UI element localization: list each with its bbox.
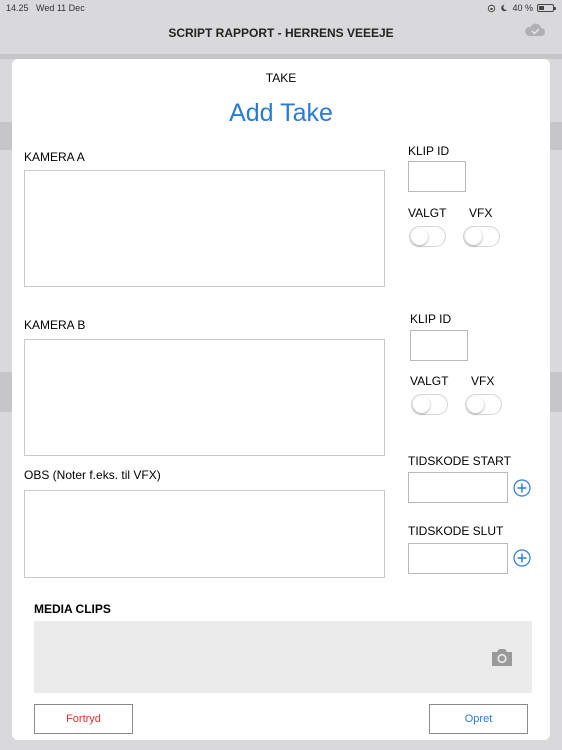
media-clips-area[interactable]	[34, 621, 532, 693]
camera-a-valgt-label: VALGT	[408, 206, 447, 220]
camera-b-label: KAMERA B	[24, 318, 86, 332]
camera-a-clip-id-label: KLIP ID	[408, 144, 450, 158]
cancel-button[interactable]: Fortryd	[34, 704, 133, 734]
create-button[interactable]: Opret	[429, 704, 528, 734]
timecode-start-input[interactable]	[408, 472, 508, 503]
sheet-caption: TAKE	[265, 71, 297, 85]
obs-textarea[interactable]	[24, 490, 385, 578]
status-date: Wed 11 Dec	[36, 3, 85, 13]
camera-b-clip-id-input[interactable]	[410, 330, 468, 361]
battery-icon	[537, 4, 556, 12]
camera-a-clip-id-input[interactable]	[408, 161, 466, 192]
sheet-title: Add Take	[229, 99, 333, 127]
camera-b-textarea[interactable]	[24, 339, 385, 456]
camera-a-vfx-toggle[interactable]	[463, 226, 500, 247]
battery-percent: 40 %	[512, 3, 533, 13]
background-title: SCRIPT RAPPORT - HERRENS VEEEJE	[168, 26, 394, 40]
add-take-sheet: TAKE Add Take KAMERA A KLIP ID VALGT VFX…	[12, 59, 550, 740]
camera-b-valgt-label: VALGT	[410, 374, 449, 388]
moon-icon	[501, 4, 508, 12]
status-bar: 14.25 Wed 11 Dec 40 %	[0, 0, 562, 16]
camera-a-label: KAMERA A	[24, 150, 85, 164]
camera-b-vfx-label: VFX	[471, 374, 495, 388]
timecode-end-label: TIDSKODE SLUT	[408, 524, 504, 538]
camera-a-textarea[interactable]	[24, 170, 385, 287]
status-time: 14.25	[6, 3, 29, 13]
cloud-icon[interactable]	[524, 22, 546, 38]
camera-b-valgt-toggle[interactable]	[411, 394, 448, 415]
camera-a-vfx-label: VFX	[469, 206, 493, 220]
camera-b-clip-id-label: KLIP ID	[410, 312, 452, 326]
obs-label: OBS (Noter f.eks. til VFX)	[24, 468, 161, 482]
status-right: 40 %	[487, 3, 556, 13]
timecode-end-plus-icon[interactable]	[513, 549, 531, 567]
rotation-lock-icon	[488, 4, 496, 12]
timecode-start-plus-icon[interactable]	[513, 479, 531, 497]
media-clips-label: MEDIA CLIPS	[34, 602, 111, 616]
camera-a-valgt-toggle[interactable]	[409, 226, 446, 247]
timecode-start-label: TIDSKODE START	[408, 454, 511, 468]
camera-b-vfx-toggle[interactable]	[465, 394, 502, 415]
camera-icon[interactable]	[490, 648, 514, 667]
timecode-end-input[interactable]	[408, 543, 508, 574]
